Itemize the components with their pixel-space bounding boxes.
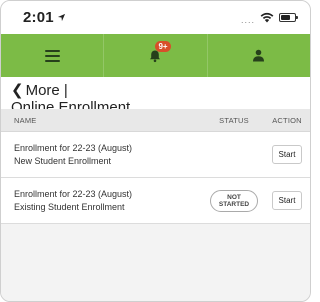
battery-icon [279, 13, 298, 22]
time-text: 2:01 [23, 9, 54, 26]
signal-dots: .... [240, 14, 255, 25]
table-header: NAME STATUS ACTION [1, 109, 310, 132]
menu-button[interactable] [1, 34, 103, 77]
wifi-icon [260, 12, 274, 23]
start-button[interactable]: Start [271, 145, 303, 164]
back-link[interactable]: ❮ More | [11, 83, 300, 99]
status-badge: NOT STARTED [209, 189, 259, 212]
phone-frame: 2:01 .... 9+ ❮ More | Online Enrollment … [0, 0, 311, 302]
status-bar: 2:01 .... [1, 1, 310, 34]
row-action: Start [264, 191, 310, 210]
empty-area [1, 224, 310, 301]
status-badge-line2: STARTED [218, 200, 250, 208]
row-name: Enrollment for 22-23 (August) New Studen… [1, 142, 204, 168]
notification-badge: 9+ [155, 40, 171, 52]
menu-icon [44, 49, 60, 62]
row-action: Start [264, 145, 310, 164]
status-badge-line1: NOT [227, 193, 241, 201]
status-icons: .... [240, 11, 298, 25]
table-row: Enrollment for 22-23 (August) New Studen… [1, 132, 310, 178]
location-arrow-icon [57, 13, 65, 22]
back-label: More | [25, 82, 68, 99]
status-time: 2:01 [23, 9, 66, 26]
row-name-line2: Existing Student Enrollment [14, 201, 125, 212]
notifications-button[interactable]: 9+ [103, 34, 206, 77]
user-profile-button[interactable] [206, 34, 310, 77]
column-header-action: ACTION [272, 115, 302, 125]
page-title: Online Enrollment [11, 99, 131, 110]
row-name-line1: Enrollment for 22-23 (August) [14, 142, 133, 153]
top-nav-bar: 9+ [1, 34, 310, 77]
column-header-name: NAME [14, 115, 37, 125]
row-status: NOT STARTED [204, 189, 264, 212]
start-button[interactable]: Start [271, 191, 303, 210]
table-row: Enrollment for 22-23 (August) Existing S… [1, 178, 310, 224]
user-icon [252, 49, 265, 62]
page-header: ❮ More | Online Enrollment [1, 77, 310, 109]
bell-icon: 9+ [148, 40, 171, 63]
row-name-line1: Enrollment for 22-23 (August) [14, 188, 133, 199]
row-name: Enrollment for 22-23 (August) Existing S… [1, 188, 204, 214]
column-header-status: STATUS [219, 115, 249, 125]
row-name-line2: New Student Enrollment [14, 155, 112, 166]
chevron-left-icon: ❮ [11, 82, 24, 99]
